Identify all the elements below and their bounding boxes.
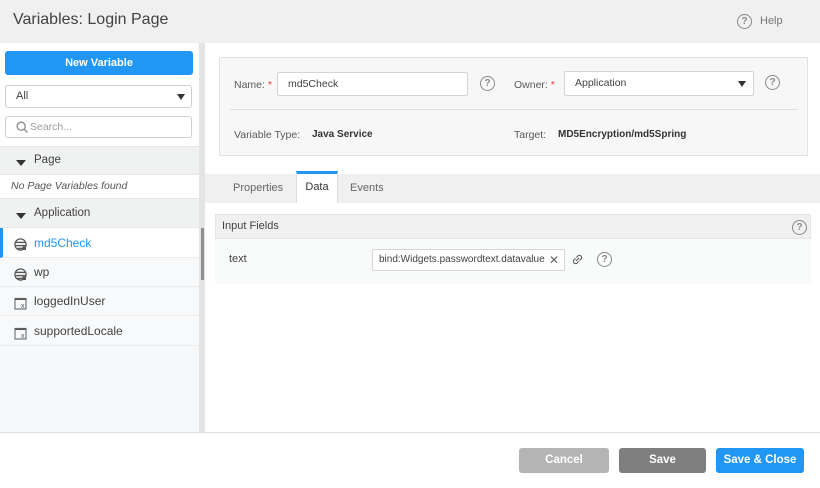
- svg-text:x: x: [21, 303, 25, 310]
- svg-text:x: x: [21, 333, 25, 340]
